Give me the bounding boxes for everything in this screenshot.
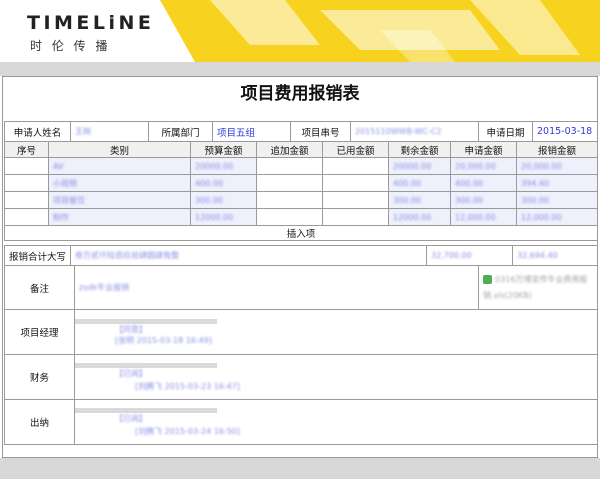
approval-label: 出纳	[4, 399, 75, 445]
summary-row: 报销合计大写 叁万贰仟陆佰玖拾肆圆肆角整 32,700.00 32,694.40	[3, 245, 598, 266]
col-category: 类别	[48, 141, 191, 158]
applicant-info-row: 申请人姓名 王刚 所属部门 项目五组 项目串号 2015110WWB-WC-C2…	[4, 121, 598, 142]
bottom-gray-band	[0, 458, 600, 479]
row-used	[322, 174, 389, 192]
note-value: zsdk牛业报销	[79, 283, 130, 292]
table-row: 制作 12000.00 12000.00 12,000.00 12,000.00	[4, 208, 598, 226]
table-row: AV 20000.00 20000.00 20,000.00 20,000.00	[4, 157, 598, 175]
row-used	[322, 208, 389, 226]
attachment-icon	[483, 274, 492, 284]
row-budget: 300.00	[195, 195, 223, 205]
col-used: 已用金额	[322, 141, 389, 158]
table-row: 项目餐饮 300.00 300.00 300.00 300.00	[4, 191, 598, 209]
row-no	[4, 208, 49, 226]
row-no	[4, 157, 49, 175]
insert-item-button[interactable]: 插入项	[4, 225, 598, 241]
col-no: 序号	[4, 141, 49, 158]
approval-project-manager: 项目经理 【同意】 [张明 2015-03-18 16:49]	[4, 309, 598, 355]
row-remaining: 300.00	[393, 195, 421, 205]
summary-amount-text: 叁万贰仟陆佰玖拾肆圆肆角整	[75, 251, 180, 260]
table-header-row: 序号 类别 预算金额 追加金额 已用金额 剩余金额 申请金额 报销金额	[4, 141, 598, 158]
summary-reimbursed-total: 32,694.40	[517, 251, 558, 260]
apply-date-label: 申请日期	[478, 121, 533, 142]
row-used	[322, 191, 389, 209]
note-label: 备注	[4, 265, 75, 310]
summary-applied-total: 32,700.00	[431, 251, 472, 260]
project-no-text: 2015110WWB-WC-C2	[355, 127, 442, 136]
row-applied: 20,000.00	[455, 161, 496, 171]
project-no-value: 2015110WWB-WC-C2	[350, 121, 479, 142]
header-banner: TIMELiNE 时 伦 传 播	[0, 0, 600, 62]
applicant-value: 王刚	[70, 121, 149, 142]
row-category: 项目餐饮	[53, 195, 85, 205]
row-remaining: 20000.00	[393, 161, 432, 171]
approval-label: 项目经理	[4, 309, 75, 355]
row-applied: 12,000.00	[455, 212, 496, 222]
top-gray-band	[0, 62, 600, 76]
logo-text: TIMELiNE	[27, 12, 155, 34]
row-reimbursed: 12,000.00	[521, 212, 562, 222]
approval-label: 财务	[4, 354, 75, 400]
row-reimbursed: 20,000.00	[521, 161, 562, 171]
row-no	[4, 191, 49, 209]
col-budget: 预算金额	[190, 141, 257, 158]
row-remaining: 12000.00	[393, 212, 432, 222]
row-category: 制作	[53, 212, 69, 222]
approval-signature: [刘腾飞 2015-03-23 16:47]	[135, 381, 240, 391]
approval-status: 【已阅】	[115, 413, 147, 423]
row-remaining: 400.00	[393, 178, 421, 188]
approval-signature: [张明 2015-03-18 16:49]	[115, 335, 212, 345]
note-row: 备注 zsdk牛业报销 0316万博宣传牛业费用报销.xls(20KB)	[4, 265, 598, 310]
row-used	[322, 157, 389, 175]
form-title: 项目费用报销表	[240, 84, 360, 104]
row-added[interactable]	[256, 174, 323, 192]
approval-finance: 财务 【已阅】 [刘腾飞 2015-03-23 16:47]	[4, 354, 598, 400]
col-applied: 申请金额	[450, 141, 517, 158]
attachment-link[interactable]: 0316万博宣传牛业费用报销.xls(20KB)	[483, 275, 587, 300]
approval-signature: [刘腾飞 2015-03-24 16:50]	[135, 426, 240, 436]
applicant-label: 申请人姓名	[4, 121, 71, 142]
row-budget: 400.00	[195, 178, 223, 188]
row-added[interactable]	[256, 208, 323, 226]
applicant-name: 王刚	[75, 127, 91, 136]
approval-status: 【已阅】	[115, 368, 147, 378]
row-budget: 12000.00	[195, 212, 234, 222]
row-applied: 400.00	[455, 178, 483, 188]
dept-label: 所属部门	[148, 121, 213, 142]
row-reimbursed: 394.40	[521, 178, 549, 188]
row-added[interactable]	[256, 191, 323, 209]
apply-date-value[interactable]: 2015-03-18	[532, 121, 598, 142]
row-applied: 300.00	[455, 195, 483, 205]
logo-subtitle: 时 伦 传 播	[30, 39, 111, 53]
row-category: AV	[53, 161, 64, 171]
expense-form: 项目费用报销表 申请人姓名 王刚 所属部门 项目五组 项目串号 2015110W…	[2, 76, 598, 458]
row-category: 小视频	[53, 178, 77, 188]
approval-cashier: 出纳 【已阅】 [刘腾飞 2015-03-24 16:50]	[4, 399, 598, 445]
col-added: 追加金额	[256, 141, 323, 158]
row-no	[4, 174, 49, 192]
dept-value[interactable]: 项目五组	[212, 121, 291, 142]
approval-status: 【同意】	[115, 324, 147, 334]
row-budget: 20000.00	[195, 161, 234, 171]
row-added[interactable]	[256, 157, 323, 175]
row-reimbursed: 300.00	[521, 195, 549, 205]
expense-detail-table: 序号 类别 预算金额 追加金额 已用金额 剩余金额 申请金额 报销金额 AV 2…	[4, 141, 598, 241]
col-reimbursed: 报销金额	[516, 141, 598, 158]
summary-label: 报销合计大写	[3, 245, 72, 266]
table-row: 小视频 400.00 400.00 400.00 394.40	[4, 174, 598, 192]
project-no-label: 项目串号	[290, 121, 351, 142]
col-remaining: 剩余金额	[388, 141, 451, 158]
